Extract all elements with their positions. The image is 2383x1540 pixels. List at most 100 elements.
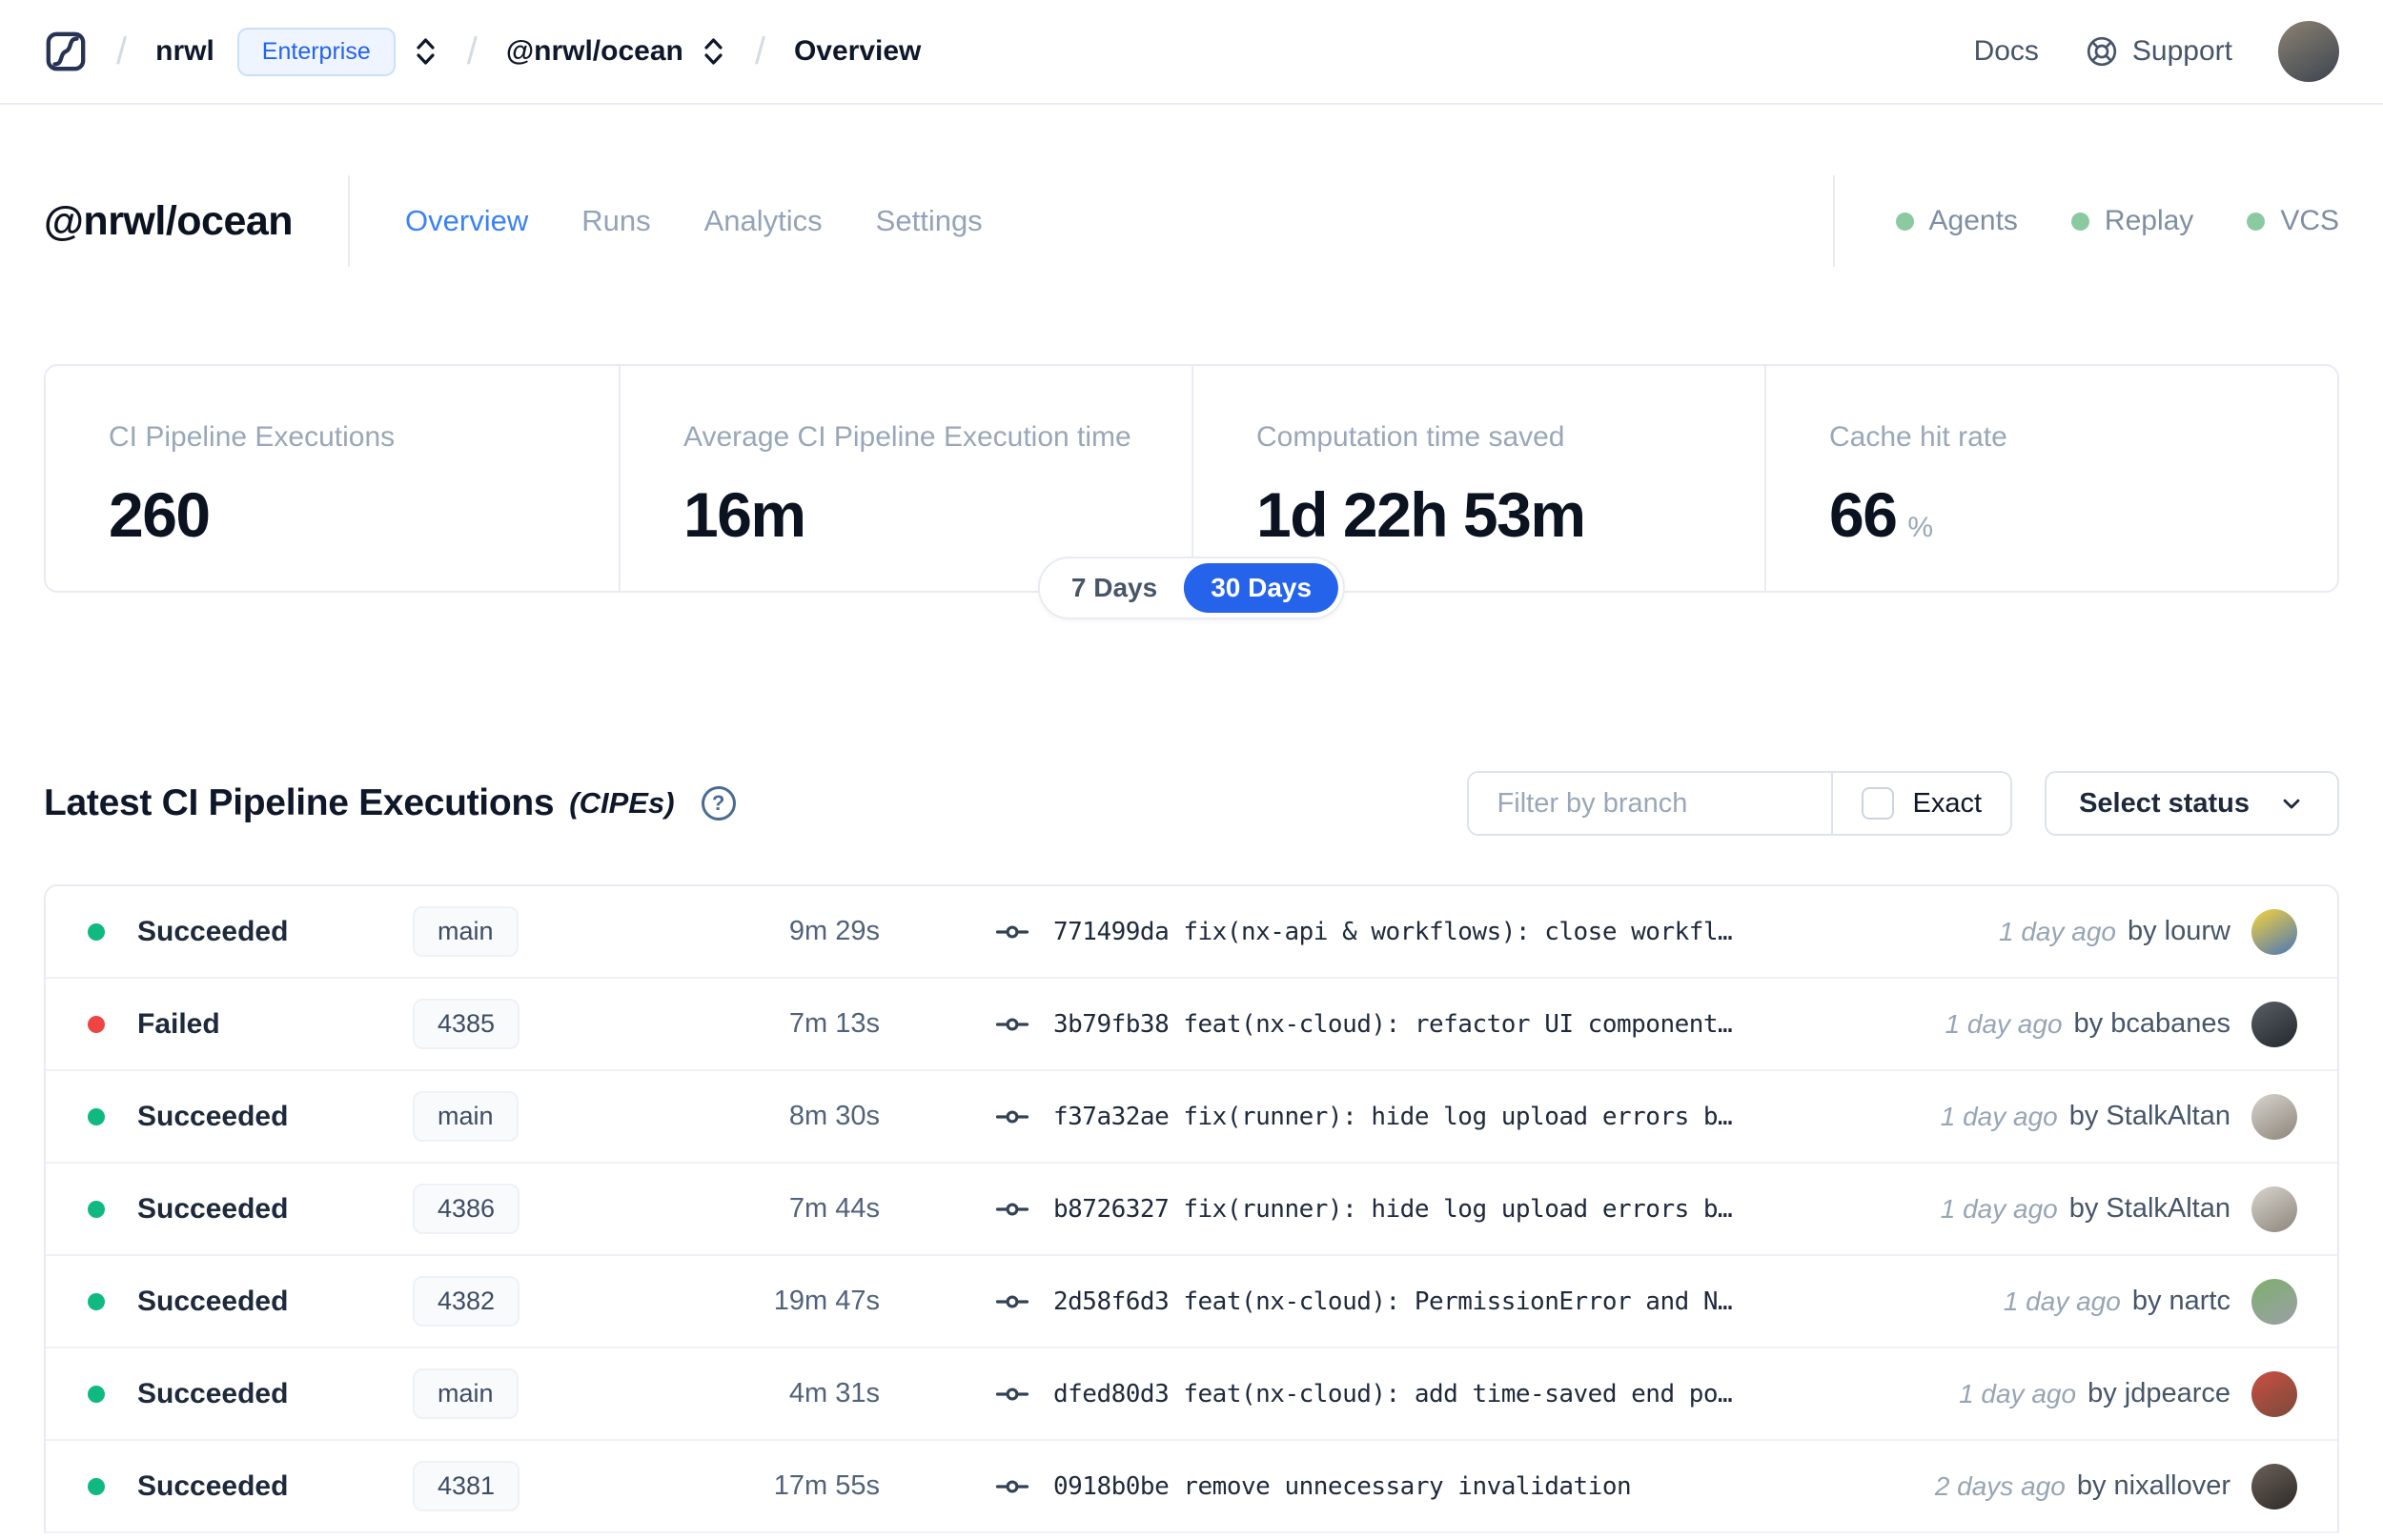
executions-table: Succeeded main 9m 29s 771499da fix(nx-ap… bbox=[44, 884, 2339, 1533]
cipe-status: Succeeded bbox=[137, 1285, 289, 1317]
cipe-row[interactable]: Failed 4385 7m 13s 3b79fb38 feat(nx-clou… bbox=[46, 979, 2337, 1071]
cipe-status: Succeeded bbox=[137, 1469, 289, 1502]
author-avatar bbox=[2251, 1001, 2297, 1047]
cipe-duration: 17m 55s bbox=[773, 1470, 880, 1501]
workspace-header: @nrwl/ocean Overview Runs Analytics Sett… bbox=[44, 173, 2339, 269]
stat-label: CI Pipeline Executions bbox=[109, 421, 396, 453]
status-dot-icon bbox=[88, 1015, 105, 1033]
docs-link[interactable]: Docs bbox=[1974, 35, 2039, 68]
tab-overview[interactable]: Overview bbox=[405, 204, 528, 238]
status-dot-icon bbox=[88, 1477, 105, 1495]
breadcrumb-separator: / bbox=[466, 30, 478, 72]
range-30-days[interactable]: 30 Days bbox=[1184, 563, 1339, 613]
cipe-duration: 7m 13s bbox=[788, 1008, 880, 1039]
green-dot-icon bbox=[2070, 212, 2089, 231]
cipe-time-ago: 1 day ago bbox=[1999, 916, 2116, 946]
green-dot-icon bbox=[1895, 212, 1914, 231]
cipe-row[interactable]: Succeeded main 4m 31s dfed80d3 feat(nx-c… bbox=[46, 1348, 2337, 1441]
git-commit-icon bbox=[995, 1110, 1029, 1123]
status-replay[interactable]: Replay bbox=[2070, 205, 2194, 237]
branch-filter-input[interactable] bbox=[1468, 773, 1831, 834]
tab-analytics[interactable]: Analytics bbox=[704, 204, 823, 238]
branch-chip: 4386 bbox=[413, 1184, 520, 1234]
cipe-row[interactable]: Succeeded 4382 19m 47s 2d58f6d3 feat(nx-… bbox=[46, 1256, 2337, 1348]
cipe-row[interactable]: Succeeded 4386 7m 44s b8726327 fix(runne… bbox=[46, 1164, 2337, 1256]
status-agents-label: Agents bbox=[1928, 205, 2018, 236]
cipe-duration: 8m 30s bbox=[788, 1101, 880, 1131]
status-dot-icon bbox=[88, 922, 105, 941]
cipe-author: by nixallover bbox=[2076, 1470, 2230, 1501]
help-icon[interactable]: ? bbox=[701, 786, 736, 821]
status-vcs[interactable]: VCS bbox=[2247, 205, 2339, 237]
exact-match-toggle[interactable]: Exact bbox=[1830, 773, 2011, 834]
stat-ci-pipeline-executions: CI Pipeline Executions 260 bbox=[46, 366, 619, 591]
green-dot-icon bbox=[2247, 212, 2266, 231]
page-title: @nrwl/ocean bbox=[44, 197, 294, 244]
workspace-switcher-button[interactable] bbox=[701, 34, 726, 69]
branch-filter-group: Exact bbox=[1466, 771, 2013, 836]
enterprise-badge[interactable]: Enterprise bbox=[236, 27, 396, 76]
status-select-label: Select status bbox=[2079, 787, 2250, 819]
percent-suffix: % bbox=[1907, 512, 1934, 543]
cipe-author: by StalkAltan bbox=[2068, 1101, 2230, 1131]
cipe-time-ago: 1 day ago bbox=[1959, 1378, 2077, 1408]
executions-title: Latest CI Pipeline Executions bbox=[44, 782, 555, 823]
git-commit-icon bbox=[995, 1480, 1029, 1492]
cipe-row[interactable]: Succeeded main 9m 29s 771499da fix(nx-ap… bbox=[46, 886, 2337, 979]
breadcrumb-workspace[interactable]: @nrwl/ocean bbox=[506, 35, 683, 68]
executions-title-suffix: (CIPEs) bbox=[569, 786, 675, 820]
commit-message: 0918b0be remove unnecessary invalidation bbox=[1053, 1471, 1632, 1501]
branch-chip: 4381 bbox=[413, 1461, 520, 1511]
stat-label: Cache hit rate bbox=[1829, 421, 2007, 453]
date-range-toggle: 7 Days 30 Days bbox=[1037, 557, 1346, 619]
cipe-time-ago: 1 day ago bbox=[2003, 1286, 2121, 1316]
cipe-duration: 4m 31s bbox=[788, 1378, 880, 1408]
author-avatar bbox=[2251, 1185, 2297, 1232]
branch-chip: main bbox=[413, 906, 519, 957]
workspace-status-indicators: Agents Replay VCS bbox=[1832, 175, 2339, 267]
support-label: Support bbox=[2131, 35, 2232, 67]
stat-label: Computation time saved bbox=[1256, 421, 1565, 453]
breadcrumb-org[interactable]: nrwl bbox=[155, 35, 214, 68]
cipe-row[interactable]: Succeeded main 8m 30s f37a32ae fix(runne… bbox=[46, 1071, 2337, 1164]
git-commit-icon bbox=[995, 1388, 1029, 1400]
support-link[interactable]: Support bbox=[2085, 34, 2232, 69]
tab-settings[interactable]: Settings bbox=[876, 204, 983, 238]
author-avatar bbox=[2251, 1278, 2297, 1325]
cipe-duration: 9m 29s bbox=[788, 916, 880, 946]
cipe-time-ago: 1 day ago bbox=[1945, 1008, 2063, 1039]
stat-value: 260 bbox=[109, 479, 211, 550]
nx-cloud-logo[interactable] bbox=[44, 30, 88, 73]
user-avatar[interactable] bbox=[2278, 21, 2339, 82]
git-commit-icon bbox=[995, 1018, 1029, 1030]
commit-message: 2d58f6d3 feat(nx-cloud): PermissionError… bbox=[1053, 1287, 1733, 1316]
cipe-status: Succeeded bbox=[137, 915, 289, 947]
breadcrumb-separator: / bbox=[754, 30, 765, 72]
org-switcher-button[interactable] bbox=[413, 34, 438, 69]
cipe-row[interactable]: Succeeded 4381 17m 55s 0918b0be remove u… bbox=[46, 1441, 2337, 1533]
status-replay-label: Replay bbox=[2104, 205, 2194, 236]
exact-checkbox[interactable] bbox=[1861, 787, 1894, 820]
git-commit-icon bbox=[995, 1295, 1029, 1307]
status-select-dropdown[interactable]: Select status bbox=[2045, 771, 2339, 836]
tab-runs[interactable]: Runs bbox=[581, 204, 650, 238]
author-avatar bbox=[2251, 908, 2297, 955]
chevron-up-down-icon bbox=[417, 38, 435, 65]
stat-value: 16m bbox=[683, 479, 806, 550]
exact-label: Exact bbox=[1912, 787, 1983, 819]
commit-message: b8726327 fix(runner): hide log upload er… bbox=[1053, 1194, 1733, 1224]
status-agents[interactable]: Agents bbox=[1895, 205, 2018, 237]
status-vcs-label: VCS bbox=[2280, 205, 2339, 236]
git-commit-icon bbox=[995, 925, 1029, 938]
chevron-down-icon bbox=[2283, 799, 2300, 809]
status-dot-icon bbox=[88, 1292, 105, 1310]
workspace-tabs: Overview Runs Analytics Settings bbox=[405, 204, 983, 238]
life-buoy-icon bbox=[2087, 36, 2117, 67]
range-7-days[interactable]: 7 Days bbox=[1045, 563, 1184, 613]
breadcrumb-page[interactable]: Overview bbox=[794, 35, 921, 68]
status-dot-icon bbox=[88, 1107, 105, 1125]
cipe-time-ago: 1 day ago bbox=[1940, 1193, 2058, 1224]
cipe-time-ago: 2 days ago bbox=[1934, 1470, 2066, 1501]
divider bbox=[348, 175, 351, 267]
top-bar: / nrwl Enterprise / @nrwl/ocean / Overvi… bbox=[0, 0, 2383, 105]
